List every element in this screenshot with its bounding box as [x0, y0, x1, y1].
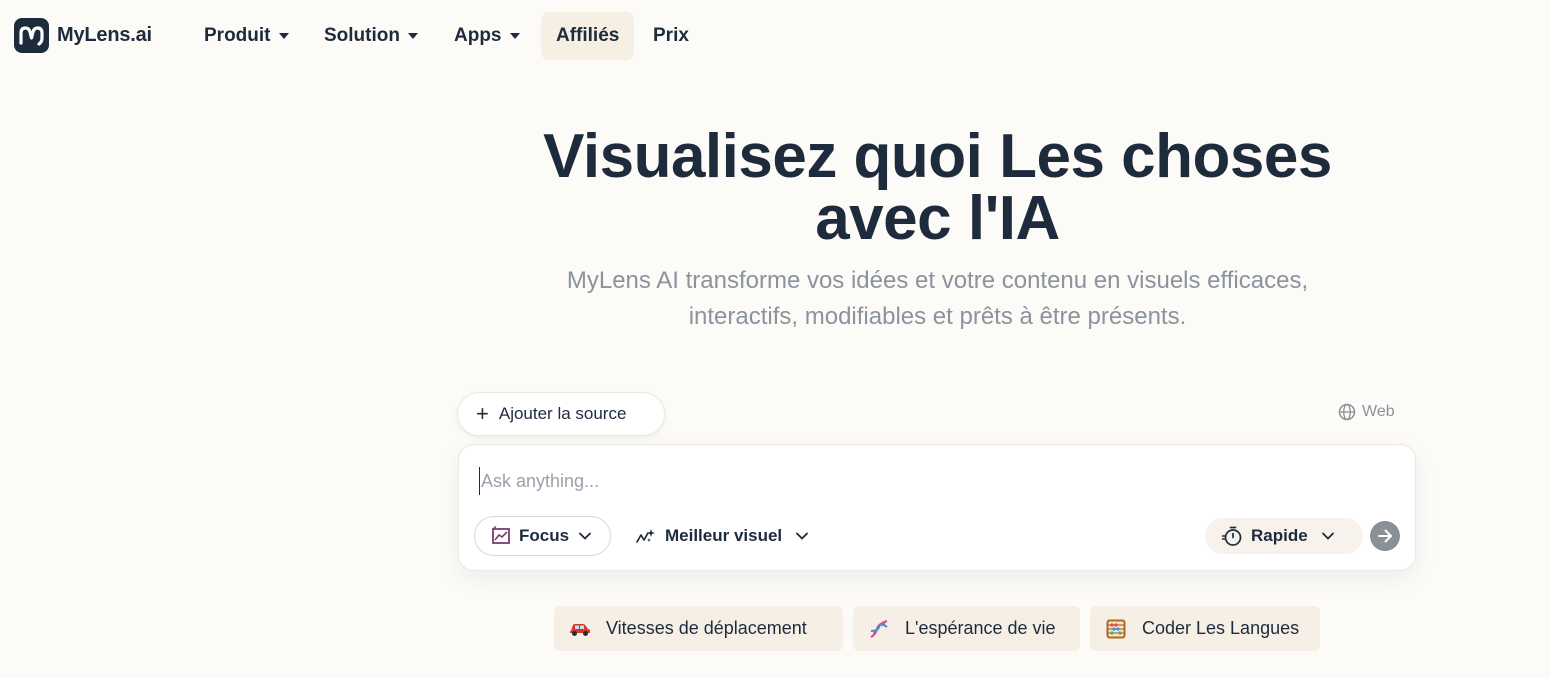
car-icon: [568, 621, 592, 637]
nav-item-apps[interactable]: Apps: [439, 12, 535, 60]
hero-title-line-2: avec l'IA: [815, 184, 1060, 253]
brand-logo[interactable]: MyLens.ai: [14, 18, 152, 53]
dna-icon: [867, 618, 891, 640]
add-source-label: Ajouter la source: [498, 404, 627, 423]
suggestion-chip[interactable]: Coder Les Langues: [1090, 606, 1320, 651]
nav-item-produit[interactable]: Produit: [189, 12, 304, 60]
top-nav: MyLens.ai Produit Solution Apps Affiliés…: [0, 0, 1550, 72]
focus-dropdown[interactable]: Focus: [474, 516, 611, 556]
nav-label: Solution: [324, 25, 400, 46]
caret-down-icon: [278, 33, 289, 39]
suggestion-chip[interactable]: Vitesses de déplacement: [554, 606, 843, 651]
chart-frame-icon: [491, 526, 511, 546]
ask-box: Focus Meilleur visuel Ra: [458, 444, 1416, 571]
best-visual-dropdown[interactable]: Meilleur visuel: [635, 516, 809, 556]
hero-subtitle-line-2: interactifs, modifiables et prêts à être…: [688, 303, 1187, 330]
web-label: Web: [1362, 403, 1395, 420]
chevron-down-icon: [1321, 532, 1334, 540]
speed-dropdown[interactable]: Rapide: [1205, 518, 1363, 554]
mylens-logo-icon: [14, 18, 49, 53]
chevron-down-icon: [579, 532, 591, 540]
arrow-right-icon: [1378, 529, 1392, 543]
sparkle-chart-icon: [635, 526, 657, 546]
brand-name: MyLens.ai: [57, 24, 152, 46]
chevron-down-icon: [796, 532, 809, 540]
nav-item-affilies[interactable]: Affiliés: [541, 12, 635, 60]
timer-icon: [1221, 525, 1243, 547]
nav-label: Apps: [454, 25, 502, 46]
hero-subtitle-line-1: MyLens AI transforme vos idées et votre …: [566, 267, 1309, 294]
add-source-button[interactable]: + Ajouter la source: [457, 392, 665, 436]
web-toggle[interactable]: Web: [1338, 403, 1395, 421]
nav-item-prix[interactable]: Prix: [638, 12, 704, 60]
speed-label: Rapide: [1251, 526, 1308, 545]
nav-label: Affiliés: [556, 25, 620, 46]
globe-icon: [1338, 403, 1356, 421]
suggestion-chip[interactable]: L'espérance de vie: [853, 606, 1080, 651]
nav-label: Prix: [653, 25, 689, 46]
caret-down-icon: [509, 33, 520, 39]
abacus-icon: [1104, 619, 1128, 639]
plus-icon: +: [476, 401, 489, 426]
hero-subtitle: MyLens AI transforme vos idées et votre …: [500, 263, 1375, 335]
nav-label: Produit: [204, 25, 271, 46]
send-button[interactable]: [1370, 521, 1400, 551]
hero-title-line-1: Visualisez quoi Les choses: [543, 122, 1332, 191]
caret-down-icon: [407, 33, 418, 39]
suggestion-label: Coder Les Langues: [1142, 618, 1300, 638]
nav-item-solution[interactable]: Solution: [309, 12, 433, 60]
best-visual-label: Meilleur visuel: [665, 526, 783, 545]
suggestion-label: L'espérance de vie: [905, 618, 1056, 638]
ask-input[interactable]: [479, 467, 1379, 495]
focus-label: Focus: [519, 526, 570, 545]
suggestion-label: Vitesses de déplacement: [606, 618, 807, 638]
hero-title: Visualisez quoi Les choses avec l'IA: [500, 126, 1375, 250]
